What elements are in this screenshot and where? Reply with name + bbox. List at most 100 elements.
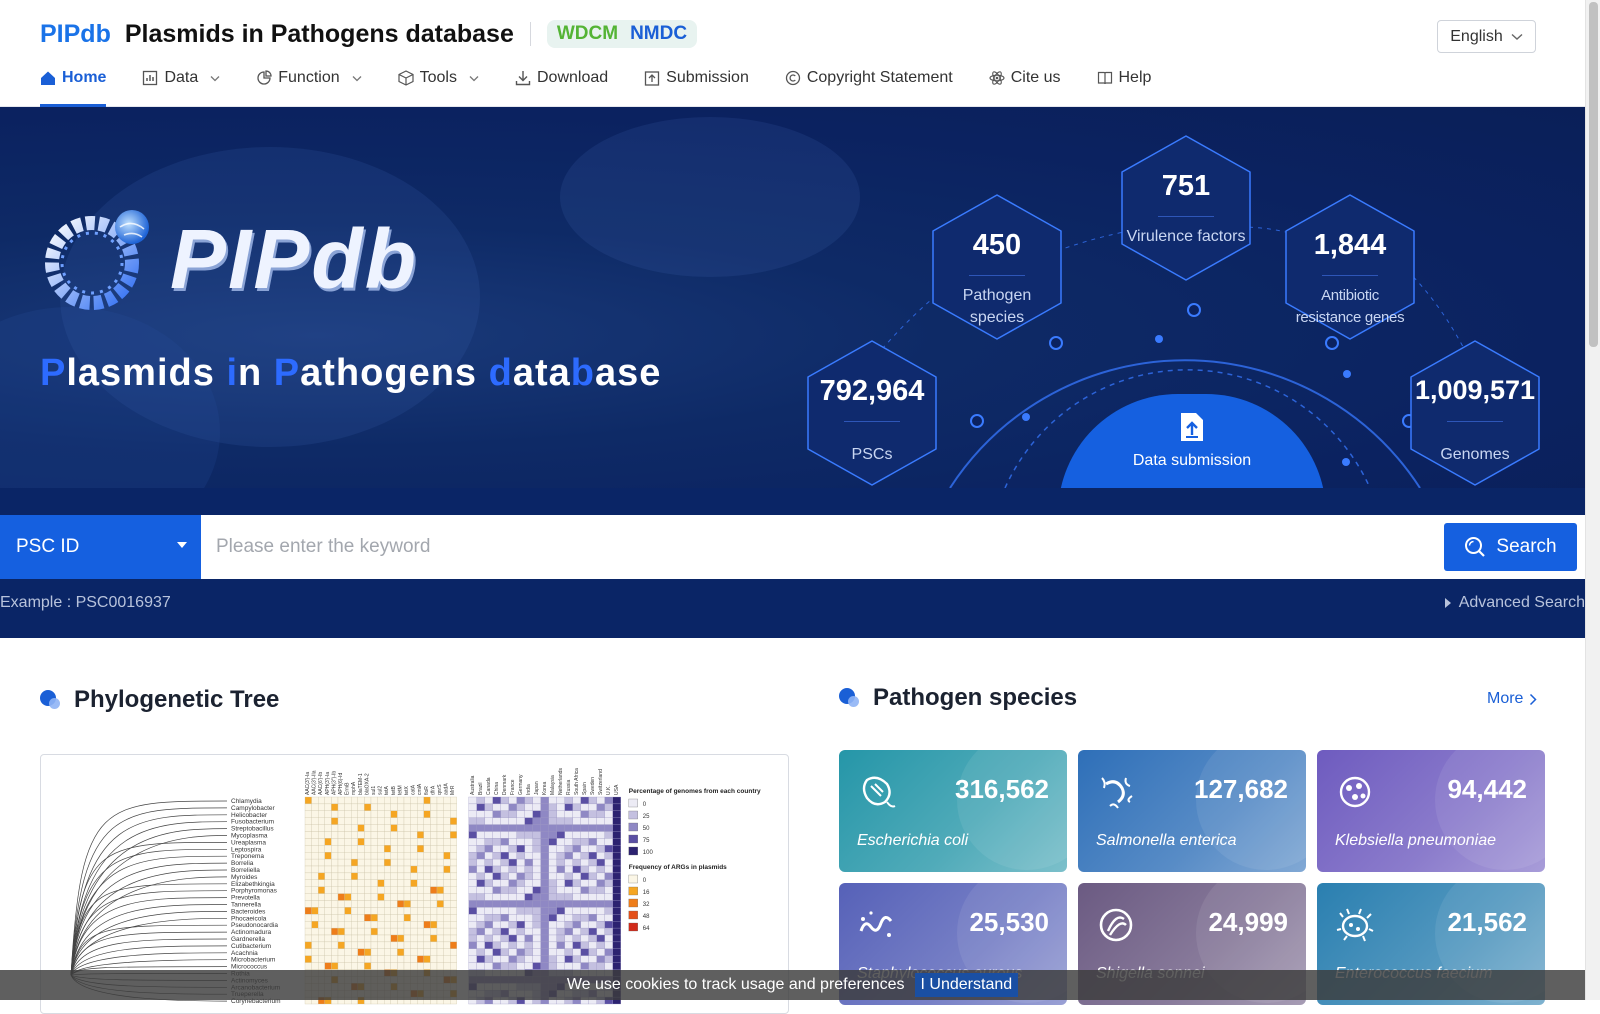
tree-branch (70, 862, 228, 976)
arg-heat-cell (337, 838, 345, 846)
advanced-search-label: Advanced Search (1458, 594, 1585, 611)
nav-cite[interactable]: Cite us (989, 58, 1061, 98)
stat-pscs[interactable]: 792,964 PSCs (804, 339, 940, 487)
arg-heat-cell (377, 893, 385, 901)
arg-heat-cell (324, 824, 332, 832)
nav-copyright[interactable]: Copyright Statement (785, 58, 953, 98)
country-heat-cell (532, 838, 541, 846)
country-legend-label: 75 (643, 838, 650, 844)
arg-heat-cell (443, 962, 451, 970)
arg-heat-cell (311, 852, 319, 860)
section-bullet-icon (839, 688, 861, 708)
site-logo[interactable]: PIPdb (40, 20, 111, 49)
nmdc-badge[interactable]: NMDC (630, 23, 687, 45)
country-heat-cell (596, 796, 605, 805)
bacterium-icon (862, 776, 896, 808)
tree-branch (70, 842, 228, 976)
search-button-label: Search (1496, 536, 1557, 557)
country-heat-cell (532, 865, 541, 874)
arg-heat-cell (423, 886, 431, 894)
species-card[interactable]: 127,682 Salmonella enterica (1078, 750, 1306, 872)
stat-genomes[interactable]: 1,009,571 Genomes (1407, 339, 1543, 487)
arg-heat-cell (450, 955, 457, 963)
country-heat-cell (508, 865, 517, 874)
arg-heat-cell (450, 858, 457, 867)
nav-home[interactable]: Home (40, 58, 107, 107)
arg-heat-cell (364, 803, 372, 811)
arg-heat-cell (410, 845, 418, 853)
nav-help[interactable]: Help (1097, 58, 1151, 98)
arg-heat-cell (370, 879, 378, 887)
species-card[interactable]: 94,442 Klebsiella pneumoniae (1317, 750, 1545, 872)
country-heat-cell (564, 810, 573, 818)
stat-antibiotic-resistance-genes[interactable]: 1,844 Antibiotic resistance genes (1282, 193, 1418, 341)
hero-subtitle: Plasmids in Pathogens database (40, 352, 662, 394)
arg-heat-cell (331, 810, 339, 818)
country-heat-cell (484, 948, 493, 956)
arg-heat-cell (311, 872, 319, 880)
arg-heat-cell (344, 810, 352, 818)
country-heat-cell (588, 962, 597, 970)
country-heat-cell (532, 852, 541, 860)
arg-column-label: sul1 (371, 786, 377, 795)
country-heat-cell (516, 831, 525, 839)
country-heat-cell (516, 824, 525, 832)
country-column-label: U.K. (606, 785, 612, 795)
country-heat-cell (572, 838, 581, 846)
country-heat-cell (612, 824, 621, 832)
arg-heat-cell (436, 893, 444, 901)
advanced-search-link[interactable]: Advanced Search (1444, 594, 1585, 612)
nav-download[interactable]: Download (515, 58, 608, 98)
search-input[interactable] (201, 515, 1441, 579)
arg-heat-cell (443, 900, 451, 908)
country-heat-cell (548, 810, 557, 818)
country-heat-cell (492, 934, 501, 943)
nav-function[interactable]: Function (256, 58, 362, 98)
arg-heat-cell (417, 803, 424, 811)
stat-genomes-value: 1,009,571 (1414, 375, 1536, 405)
search-field-select[interactable]: PSC ID (0, 515, 201, 579)
arg-heat-cell (384, 941, 391, 949)
country-heat-cell (540, 831, 549, 839)
country-heat-cell (548, 886, 557, 894)
species-card[interactable]: 316,562 Escherichia coli (839, 750, 1067, 872)
country-heat-cell (612, 927, 621, 936)
arg-heat-cell (351, 796, 358, 805)
country-heat-cell (500, 803, 509, 811)
nav-data[interactable]: Data (142, 58, 220, 98)
country-heat-cell (556, 921, 565, 929)
spirillum-icon (859, 911, 893, 937)
language-select[interactable]: English (1437, 20, 1536, 53)
stat-virulence-factors[interactable]: 751 Virulence factors (1118, 134, 1254, 282)
country-heat-cell (532, 955, 541, 963)
country-heat-cell (564, 941, 573, 949)
arg-heat-cell (344, 921, 352, 929)
country-heat-cell (564, 803, 573, 811)
arg-heat-cell (417, 927, 424, 936)
country-heat-cell (540, 865, 549, 874)
country-heat-cell (516, 879, 525, 887)
country-heat-cell (500, 927, 509, 936)
wdcm-badge[interactable]: WDCM (557, 23, 618, 45)
arg-heat-cell (364, 872, 372, 880)
more-link[interactable]: More (1487, 690, 1538, 708)
nav-submission[interactable]: Submission (644, 58, 749, 98)
arg-heat-cell (318, 872, 325, 880)
tree-branch (70, 800, 228, 976)
nav-tools[interactable]: Tools (398, 58, 479, 98)
arg-heat-cell (430, 845, 438, 853)
stat-pathogen-species[interactable]: 450 Pathogen species (929, 193, 1065, 341)
scrollbar-thumb[interactable] (1589, 2, 1598, 347)
country-heat-cell (476, 893, 485, 901)
arg-heat-cell (364, 879, 372, 887)
page-scrollbar[interactable] (1585, 0, 1600, 1000)
country-heat-cell (532, 914, 541, 922)
country-heat-cell (524, 934, 533, 943)
cookie-accept-button[interactable]: I Understand (914, 973, 1019, 997)
country-heat-cell (596, 886, 605, 894)
arg-heat-cell (324, 845, 332, 853)
arg-heat-cell (364, 810, 372, 818)
search-button[interactable]: Search (1444, 523, 1577, 571)
country-heat-cell (484, 803, 493, 811)
country-heat-cell (572, 852, 581, 860)
